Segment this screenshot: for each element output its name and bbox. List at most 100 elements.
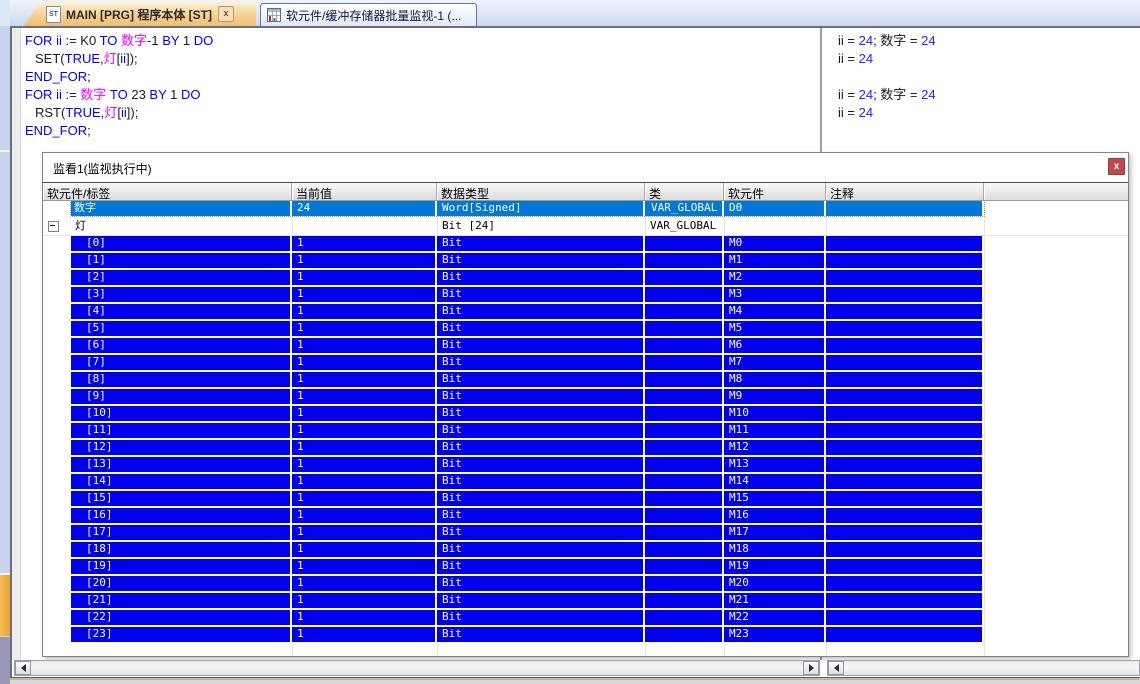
cell-class[interactable] [645,559,724,574]
cell-device-label[interactable]: [4] [71,304,292,319]
cell-class[interactable] [645,270,724,285]
cell-data-type[interactable]: Bit [437,542,645,557]
cell-comment[interactable] [826,542,984,557]
cell-device[interactable]: M4 [724,304,826,319]
cell-comment[interactable] [826,423,984,438]
cell-class[interactable] [645,338,724,353]
watch-row[interactable]: [11]1BitM11 [43,423,1128,440]
watch-row[interactable]: [0]1BitM0 [43,236,1128,253]
watch-row[interactable]: [4]1BitM4 [43,304,1128,321]
cell-current-value[interactable]: 1 [292,542,437,557]
cell-comment[interactable] [826,610,984,625]
cell-comment[interactable] [826,576,984,591]
watch-row[interactable]: [1]1BitM1 [43,253,1128,270]
monitor-line[interactable]: ii = 24; 数字 = 24 [838,32,936,50]
code-line[interactable]: END_FOR; [25,68,213,86]
cell-class[interactable] [645,593,724,608]
cell-device[interactable]: M5 [724,321,826,336]
cell-data-type[interactable]: Bit [437,627,645,642]
cell-comment[interactable] [826,559,984,574]
cell-current-value[interactable]: 1 [292,355,437,370]
cell-class[interactable] [645,525,724,540]
cell-device[interactable]: M23 [724,627,826,642]
watch-row[interactable]: [13]1BitM13 [43,457,1128,474]
cell-data-type[interactable]: Bit [437,457,645,472]
watch-row[interactable]: [15]1BitM15 [43,491,1128,508]
cell-device[interactable]: M6 [724,338,826,353]
cell-class[interactable] [645,253,724,268]
tab-close-icon[interactable]: x [218,6,234,22]
cell-data-type[interactable]: Bit [437,372,645,387]
cell-device[interactable]: M18 [724,542,826,557]
cell-device-label[interactable]: [7] [71,355,292,370]
cell-class[interactable] [645,457,724,472]
column-header[interactable]: 软元件 [724,183,826,200]
cell-data-type[interactable]: Bit [437,338,645,353]
close-icon[interactable]: x [1108,158,1125,175]
cell-comment[interactable] [826,508,984,523]
cell-data-type[interactable]: Bit [437,491,645,506]
code-pane-hscrollbar[interactable] [14,660,820,676]
watch-row[interactable]: [20]1BitM20 [43,576,1128,593]
cell-comment[interactable] [826,270,984,285]
cell-current-value[interactable]: 1 [292,372,437,387]
cell-data-type[interactable]: Bit [437,423,645,438]
cell-comment[interactable] [826,627,984,642]
cell-data-type[interactable]: Bit [437,236,645,251]
column-header[interactable]: 当前值 [292,183,437,200]
cell-device[interactable]: M13 [724,457,826,472]
cell-class[interactable] [645,423,724,438]
cell-current-value[interactable]: 1 [292,576,437,591]
cell-device[interactable]: M1 [724,253,826,268]
cell-data-type[interactable]: Bit [437,406,645,421]
cell-data-type[interactable]: Bit [437,593,645,608]
cell-device-label[interactable]: [14] [71,474,292,489]
cell-device-label[interactable]: [6] [71,338,292,353]
cell-class[interactable] [645,389,724,404]
cell-class[interactable] [645,610,724,625]
cell-device-label[interactable]: [11] [71,423,292,438]
scroll-right-icon[interactable] [803,661,819,675]
cell-data-type[interactable]: Bit [437,440,645,455]
code-line[interactable]: SET(TRUE,灯[ii]); [25,50,213,68]
collapse-minus-icon[interactable] [48,221,59,232]
watch-row[interactable]: [17]1BitM17 [43,525,1128,542]
cell-device-label[interactable]: [21] [71,593,292,608]
cell-class[interactable] [645,304,724,319]
watch-row[interactable]: [5]1BitM5 [43,321,1128,338]
cell-data-type[interactable]: Bit [437,253,645,268]
cell-device[interactable]: M20 [724,576,826,591]
column-header[interactable]: 类 [645,183,724,200]
cell-data-type[interactable]: Bit [437,321,645,336]
cell-current-value[interactable]: 1 [292,610,437,625]
cell-current-value[interactable]: 1 [292,593,437,608]
cell-current-value[interactable]: 1 [292,423,437,438]
cell-comment[interactable] [826,201,984,216]
watch-row[interactable]: [18]1BitM18 [43,542,1128,559]
cell-current-value[interactable]: 1 [292,525,437,540]
cell-class[interactable] [645,508,724,523]
cell-class[interactable] [645,321,724,336]
cell-device-label[interactable]: [10] [71,406,292,421]
cell-current-value[interactable] [292,218,437,234]
cell-class[interactable] [645,440,724,455]
cell-class[interactable] [645,576,724,591]
watch-row[interactable]: [12]1BitM12 [43,440,1128,457]
cell-data-type[interactable]: Bit [437,389,645,404]
cell-data-type[interactable]: Word[Signed] [437,201,645,216]
code-line[interactable]: END_FOR; [25,122,213,140]
cell-device[interactable]: D0 [724,201,826,216]
cell-device-label[interactable]: [23] [71,627,292,642]
cell-device[interactable]: M7 [724,355,826,370]
cell-current-value[interactable]: 1 [292,253,437,268]
cell-device[interactable]: M21 [724,593,826,608]
cell-comment[interactable] [826,236,984,251]
cell-current-value[interactable]: 1 [292,236,437,251]
cell-device-label[interactable]: [22] [71,610,292,625]
cell-device[interactable]: M12 [724,440,826,455]
cell-data-type[interactable]: Bit [24] [437,218,645,234]
cell-current-value[interactable]: 1 [292,457,437,472]
cell-device-label[interactable]: [15] [71,491,292,506]
cell-data-type[interactable]: Bit [437,287,645,302]
monitor-line[interactable]: ii = 24 [838,104,936,122]
